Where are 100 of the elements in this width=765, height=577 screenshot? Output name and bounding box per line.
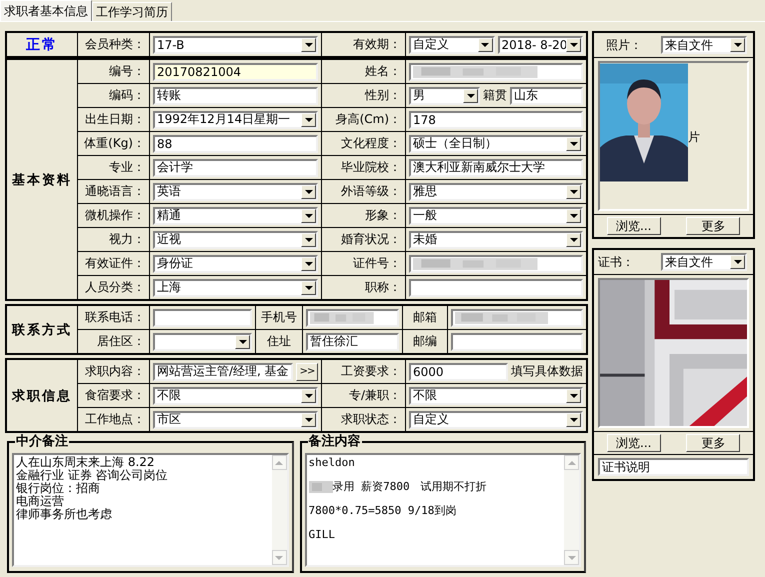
text-field[interactable]: 网站营运主管/经理, 基金 — [153, 362, 293, 380]
group-title: 中介备注 — [15, 434, 69, 449]
dropdown-field[interactable]: 一般 — [409, 206, 583, 224]
note-line: 7800*0.75=5850 9/18到岗 — [308, 504, 456, 517]
dropdown-field[interactable]: 17-B — [153, 36, 318, 54]
group-title: 备注内容 — [308, 434, 362, 449]
tab[interactable]: 求职者基本信息 — [0, 0, 92, 21]
caret-icon — [304, 190, 312, 194]
text-field[interactable] — [409, 254, 583, 272]
caret-icon — [304, 118, 312, 122]
text-field[interactable] — [451, 308, 583, 326]
text-field[interactable]: 证书说明 — [598, 458, 749, 476]
field-label: 专业： — [78, 156, 150, 179]
caret-icon — [304, 214, 312, 218]
dropdown-field[interactable]: 1992年12月14日星期一 — [153, 110, 318, 128]
caret-icon — [570, 214, 578, 218]
field-label: 编码： — [78, 84, 150, 107]
field-label: 婚育状况： — [322, 228, 406, 251]
field-label: 通晓语言： — [78, 180, 150, 203]
field-label: 照片： — [605, 36, 642, 54]
dropdown-field[interactable] — [153, 332, 252, 350]
field-label: 体重(Kg)： — [78, 132, 150, 155]
note-line: 银行岗位：招商 — [16, 482, 100, 495]
text-field[interactable] — [306, 308, 399, 326]
caret-icon — [570, 394, 578, 398]
field-label: 性别： — [322, 84, 406, 107]
dropdown-field[interactable]: 英语 — [153, 182, 318, 200]
expand-button[interactable]: >> — [296, 362, 318, 380]
field-label: 证书： — [598, 254, 634, 270]
field-label: 联系电话： — [78, 306, 150, 329]
field-label: 食宿要求： — [78, 384, 150, 407]
text-field[interactable]: 178 — [409, 110, 583, 128]
browse-button[interactable]: 浏览... — [606, 434, 661, 452]
dropdown-field[interactable]: 上海 — [153, 278, 318, 296]
field-label: 形象： — [322, 204, 406, 227]
text-area[interactable]: 人在山东周末来上海 8.22 金融行业 证券 咨询公司岗位 银行岗位：招商 电商运营 律师事务所也考虑 — [12, 453, 288, 567]
dropdown-field[interactable]: 不限 — [153, 386, 318, 404]
browse-button[interactable]: 浏览... — [606, 217, 661, 235]
field-label: 证件号： — [322, 252, 406, 275]
text-field[interactable]: 88 — [153, 134, 318, 152]
caret-icon — [304, 42, 312, 46]
dropdown-field[interactable]: 雅思 — [409, 182, 583, 200]
field-label: 工作地点： — [78, 408, 150, 431]
text-field[interactable] — [409, 62, 583, 80]
caret-icon — [466, 94, 474, 98]
caret-icon — [570, 42, 578, 46]
text-field[interactable]: 暂住徐汇 — [306, 332, 399, 350]
text-field[interactable]: 转账 — [153, 86, 318, 104]
dropdown-field[interactable]: 市区 — [153, 410, 318, 428]
status-label: 正常 — [7, 33, 78, 56]
caret-icon — [570, 190, 578, 194]
caret-icon — [304, 394, 312, 398]
dropdown-field[interactable]: 硕士（全日制） — [409, 134, 583, 152]
section-title: 求职信息 — [7, 360, 78, 431]
field-label: 居住区： — [78, 330, 150, 353]
caret-icon — [570, 142, 578, 146]
text-field[interactable] — [451, 332, 583, 350]
text-field[interactable]: 澳大利亚新南威尔士大学 — [409, 158, 583, 176]
note-line: GILL — [308, 528, 335, 541]
caret-icon — [570, 418, 578, 422]
field-label: 专/兼职： — [322, 384, 406, 407]
note-line: 金融行业 证券 咨询公司岗位 — [16, 469, 168, 482]
note-line: sheldon — [308, 456, 355, 469]
field-label: 出生日期： — [78, 108, 150, 131]
tab[interactable]: 工作学习简历 — [92, 2, 172, 21]
caption-text: 片 — [688, 129, 700, 146]
dropdown-field[interactable]: 不限 — [409, 386, 583, 404]
field-label: 有效证件： — [78, 252, 150, 275]
field-label: 邮箱 — [403, 306, 448, 329]
field-label: 毕业院校： — [322, 156, 406, 179]
field-label: 邮编 — [403, 330, 448, 353]
field-label: 姓名： — [322, 60, 406, 83]
text-area[interactable]: sheldon 录用 薪资7800 试用期不打折 7800*0.75=5850 9/18到岗 GILL — [304, 453, 581, 567]
dropdown-field[interactable]: 身份证 — [153, 254, 318, 272]
field-label: 编号： — [78, 60, 150, 83]
field-label: 人员分类： — [78, 276, 150, 299]
note-line: 律师事务所也考虑 — [16, 508, 112, 521]
text-field[interactable] — [409, 278, 583, 296]
dropdown-field[interactable]: 近视 — [153, 230, 318, 248]
dropdown-field[interactable]: 未婚 — [409, 230, 583, 248]
dropdown-field[interactable]: 自定义 — [409, 410, 583, 428]
field-label: 视力： — [78, 228, 150, 251]
text-field[interactable] — [153, 308, 252, 326]
note-line: 电商运营 — [16, 495, 64, 508]
field-label: 籍贯 — [483, 87, 507, 104]
dropdown-field[interactable]: 男 — [409, 86, 480, 104]
field-label: 文化程度： — [322, 132, 406, 155]
caret-icon — [238, 340, 246, 344]
dropdown-field[interactable]: 来自文件 — [661, 36, 747, 54]
dropdown-field[interactable]: 精通 — [153, 206, 318, 224]
text-field[interactable]: 20170821004 — [153, 62, 318, 80]
dropdown-field[interactable]: 来自文件 — [661, 253, 747, 271]
text-field[interactable]: 会计学 — [153, 158, 318, 176]
field-label: 住址 — [256, 330, 303, 353]
field-label: 微机操作： — [78, 204, 150, 227]
text-field[interactable]: 山东 — [510, 86, 583, 104]
more-button[interactable]: 更多 — [686, 434, 740, 452]
text-field[interactable]: 6000 — [409, 362, 508, 380]
more-button[interactable]: 更多 — [686, 217, 740, 235]
dropdown-field[interactable]: 自定义 — [409, 36, 494, 54]
